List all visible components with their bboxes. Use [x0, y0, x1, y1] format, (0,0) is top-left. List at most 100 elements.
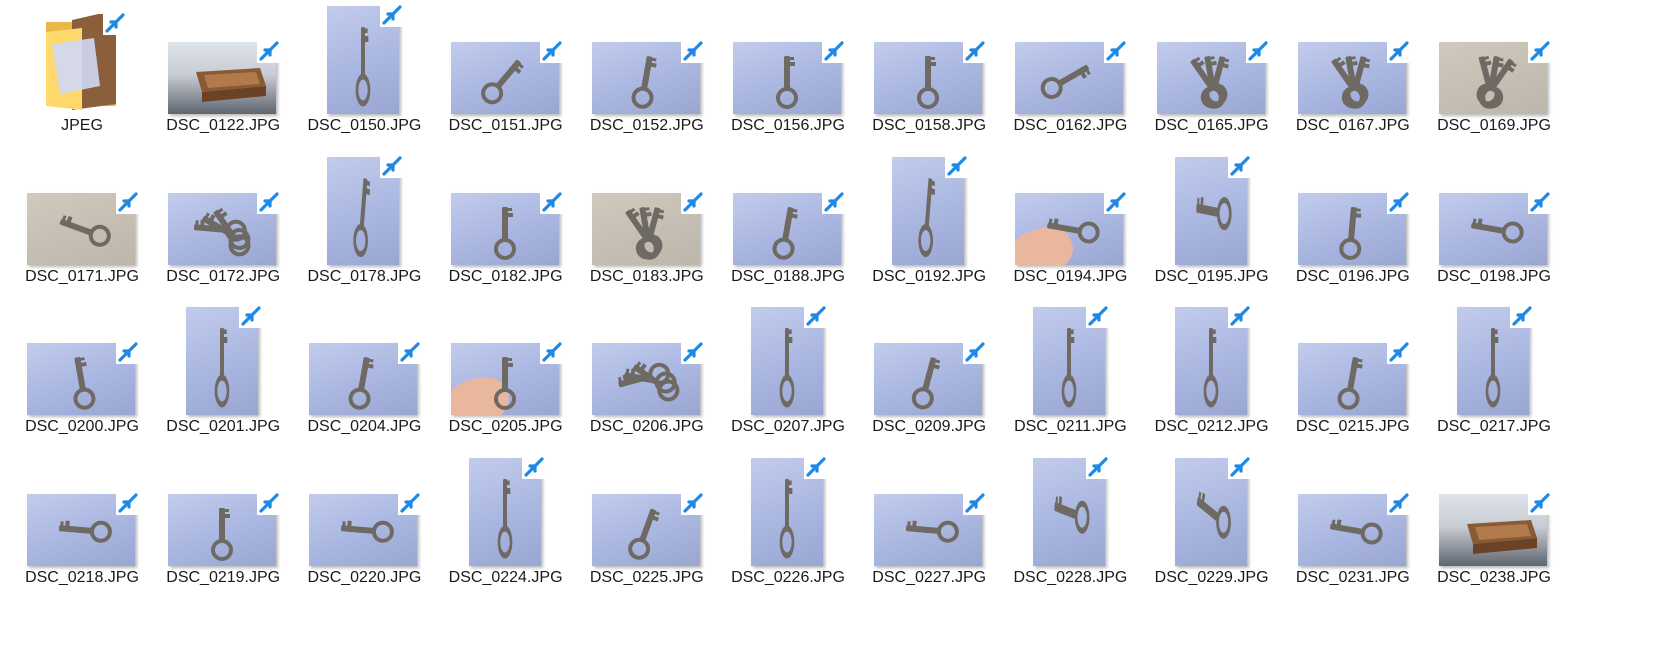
shortcut-arrow-icon	[680, 490, 706, 516]
file-name-label: DSC_0238.JPG	[1437, 568, 1551, 586]
file-name-label: DSC_0169.JPG	[1437, 117, 1551, 134]
file-item[interactable]: DSC_0195.JPG	[1137, 151, 1287, 301]
file-item[interactable]: DSC_0226.JPG	[713, 452, 863, 602]
shortcut-arrow-icon	[115, 339, 141, 365]
file-item[interactable]: DSC_0200.JPG	[7, 301, 157, 451]
file-item[interactable]: DSC_0217.JPG	[1419, 301, 1569, 451]
shortcut-arrow-icon	[256, 490, 282, 516]
file-item[interactable]: DSC_0228.JPG	[995, 452, 1145, 602]
file-item[interactable]: DSC_0182.JPG	[431, 151, 581, 301]
file-item[interactable]: DSC_0167.JPG	[1278, 0, 1428, 150]
file-item[interactable]: DSC_0212.JPG	[1137, 301, 1287, 451]
file-item[interactable]: DSC_0225.JPG	[572, 452, 722, 602]
file-name-label: DSC_0151.JPG	[448, 117, 563, 134]
shortcut-arrow-icon	[1227, 303, 1253, 329]
file-name-label: DSC_0182.JPG	[448, 267, 563, 285]
file-item[interactable]: DSC_0206.JPG	[572, 301, 722, 451]
file-name-label: DSC_0192.JPG	[872, 267, 987, 285]
shortcut-arrow-icon	[962, 38, 988, 64]
shortcut-arrow-icon	[1085, 303, 1111, 329]
shortcut-arrow-icon	[680, 189, 706, 215]
file-name-label: DSC_0204.JPG	[307, 418, 422, 435]
file-item[interactable]: DSC_0122.JPG	[148, 0, 298, 150]
file-name-label: DSC_0200.JPG	[25, 418, 139, 435]
file-item[interactable]: DSC_0238.JPG	[1419, 452, 1569, 602]
file-name-label: DSC_0212.JPG	[1154, 418, 1269, 435]
file-item[interactable]: DSC_0158.JPG	[854, 0, 1004, 150]
file-name-label: DSC_0218.JPG	[25, 568, 139, 586]
shortcut-arrow-icon	[803, 454, 829, 480]
shortcut-arrow-icon	[539, 38, 565, 64]
file-name-label: DSC_0225.JPG	[589, 568, 704, 586]
file-name-label: DSC_0122.JPG	[166, 117, 281, 134]
file-icon-grid: JPEG DSC_0122.JPG DSC_0150.JPG DSC_0151.…	[0, 0, 1665, 663]
file-name-label: DSC_0205.JPG	[448, 418, 563, 435]
file-item[interactable]: DSC_0156.JPG	[713, 0, 863, 150]
file-name-label: DSC_0209.JPG	[872, 418, 987, 435]
file-item[interactable]: DSC_0172.JPG	[148, 151, 298, 301]
file-item[interactable]: DSC_0151.JPG	[431, 0, 581, 150]
file-item[interactable]: DSC_0171.JPG	[7, 151, 157, 301]
file-item[interactable]: DSC_0218.JPG	[7, 452, 157, 602]
file-item[interactable]: DSC_0204.JPG	[289, 301, 439, 451]
file-name-label: DSC_0198.JPG	[1437, 267, 1551, 285]
file-item[interactable]: DSC_0169.JPG	[1419, 0, 1569, 150]
file-item[interactable]: DSC_0194.JPG	[995, 151, 1145, 301]
file-item[interactable]: DSC_0178.JPG	[289, 151, 439, 301]
file-item[interactable]: DSC_0231.JPG	[1278, 452, 1428, 602]
shortcut-arrow-icon	[1085, 454, 1111, 480]
file-name-label: DSC_0229.JPG	[1154, 568, 1269, 586]
shortcut-arrow-icon	[238, 303, 264, 329]
file-name-label: DSC_0211.JPG	[1014, 418, 1127, 435]
file-item[interactable]: DSC_0192.JPG	[854, 151, 1004, 301]
file-name-label: DSC_0162.JPG	[1013, 117, 1128, 134]
file-item[interactable]: DSC_0188.JPG	[713, 151, 863, 301]
file-name-label: DSC_0220.JPG	[307, 568, 422, 586]
file-name-label: DSC_0158.JPG	[872, 117, 987, 134]
file-name-label: DSC_0217.JPG	[1437, 418, 1551, 435]
file-item[interactable]: DSC_0201.JPG	[148, 301, 298, 451]
file-item[interactable]: DSC_0219.JPG	[148, 452, 298, 602]
shortcut-arrow-icon	[1227, 153, 1253, 179]
shortcut-arrow-icon	[539, 189, 565, 215]
file-item[interactable]: DSC_0227.JPG	[854, 452, 1004, 602]
shortcut-arrow-icon	[1386, 339, 1412, 365]
file-item[interactable]: DSC_0205.JPG	[431, 301, 581, 451]
file-item[interactable]: DSC_0162.JPG	[995, 0, 1145, 150]
file-name-label: DSC_0194.JPG	[1013, 267, 1128, 285]
file-item[interactable]: DSC_0209.JPG	[854, 301, 1004, 451]
file-name-label: JPEG	[61, 117, 103, 134]
shortcut-arrow-icon	[680, 38, 706, 64]
shortcut-arrow-icon	[821, 189, 847, 215]
file-name-label: DSC_0226.JPG	[731, 568, 845, 586]
file-item[interactable]: DSC_0183.JPG	[572, 151, 722, 301]
shortcut-arrow-icon	[1527, 189, 1553, 215]
file-item[interactable]: DSC_0207.JPG	[713, 301, 863, 451]
file-item[interactable]: DSC_0211.JPG	[995, 301, 1145, 451]
file-name-label: DSC_0156.JPG	[731, 117, 845, 134]
shortcut-arrow-icon	[1386, 490, 1412, 516]
shortcut-arrow-icon	[379, 2, 405, 28]
shortcut-arrow-icon	[1527, 38, 1553, 64]
file-item[interactable]: DSC_0229.JPG	[1137, 452, 1287, 602]
file-item[interactable]: DSC_0215.JPG	[1278, 301, 1428, 451]
shortcut-arrow-icon	[1245, 38, 1271, 64]
shortcut-arrow-icon	[1527, 490, 1553, 516]
file-item[interactable]: DSC_0150.JPG	[289, 0, 439, 150]
shortcut-arrow-icon	[821, 38, 847, 64]
shortcut-arrow-icon	[1227, 454, 1253, 480]
shortcut-arrow-icon	[680, 339, 706, 365]
file-item[interactable]: DSC_0224.JPG	[431, 452, 581, 602]
shortcut-arrow-icon	[962, 490, 988, 516]
shortcut-arrow-icon	[256, 38, 282, 64]
file-name-label: DSC_0227.JPG	[872, 568, 987, 586]
file-name-label: DSC_0206.JPG	[589, 418, 704, 435]
file-item[interactable]: DSC_0165.JPG	[1137, 0, 1287, 150]
file-item[interactable]: DSC_0196.JPG	[1278, 151, 1428, 301]
folder-shortcut-item[interactable]: JPEG	[7, 0, 157, 150]
file-item[interactable]: DSC_0152.JPG	[572, 0, 722, 150]
file-name-label: DSC_0201.JPG	[166, 418, 281, 435]
file-item[interactable]: DSC_0220.JPG	[289, 452, 439, 602]
file-name-label: DSC_0171.JPG	[25, 267, 139, 285]
file-item[interactable]: DSC_0198.JPG	[1419, 151, 1569, 301]
